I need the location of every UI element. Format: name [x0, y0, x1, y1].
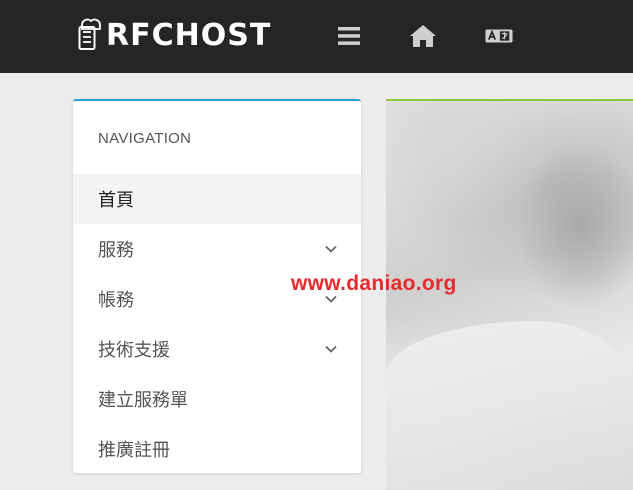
chevron-down-icon: [325, 245, 337, 253]
chevron-down-icon: [325, 295, 337, 303]
nav-item-label: 帳務: [98, 290, 134, 311]
nav-item-home[interactable]: 首頁: [73, 174, 361, 224]
nav-item-label: 首頁: [98, 190, 134, 211]
nav-item-affiliates[interactable]: 推廣註冊: [73, 424, 361, 473]
nav-item-open-ticket[interactable]: 建立服務單: [73, 374, 361, 424]
nav-item-label: 技術支援: [98, 340, 170, 361]
nav-item-label: 服務: [98, 240, 134, 261]
logo-text: RFCHOST: [106, 18, 272, 53]
chevron-down-icon: [325, 345, 337, 353]
top-bar: RFCHOST: [0, 0, 633, 73]
watermark-text: www.daniao.org: [291, 272, 457, 295]
navigation-title: NAVIGATION: [98, 130, 192, 147]
language-icon[interactable]: [485, 22, 513, 50]
logo[interactable]: RFCHOST: [78, 18, 271, 54]
menu-icon[interactable]: [335, 22, 363, 50]
nav-item-label: 建立服務單: [98, 390, 188, 411]
home-icon[interactable]: [409, 22, 437, 50]
nav-item-support[interactable]: 技術支援: [73, 324, 361, 374]
server-icon: [78, 17, 106, 56]
hero-fabric: [386, 321, 633, 490]
nav-item-services[interactable]: 服務: [73, 224, 361, 274]
hero-shadow: [516, 141, 633, 311]
nav-item-label: 推廣註冊: [98, 440, 170, 461]
